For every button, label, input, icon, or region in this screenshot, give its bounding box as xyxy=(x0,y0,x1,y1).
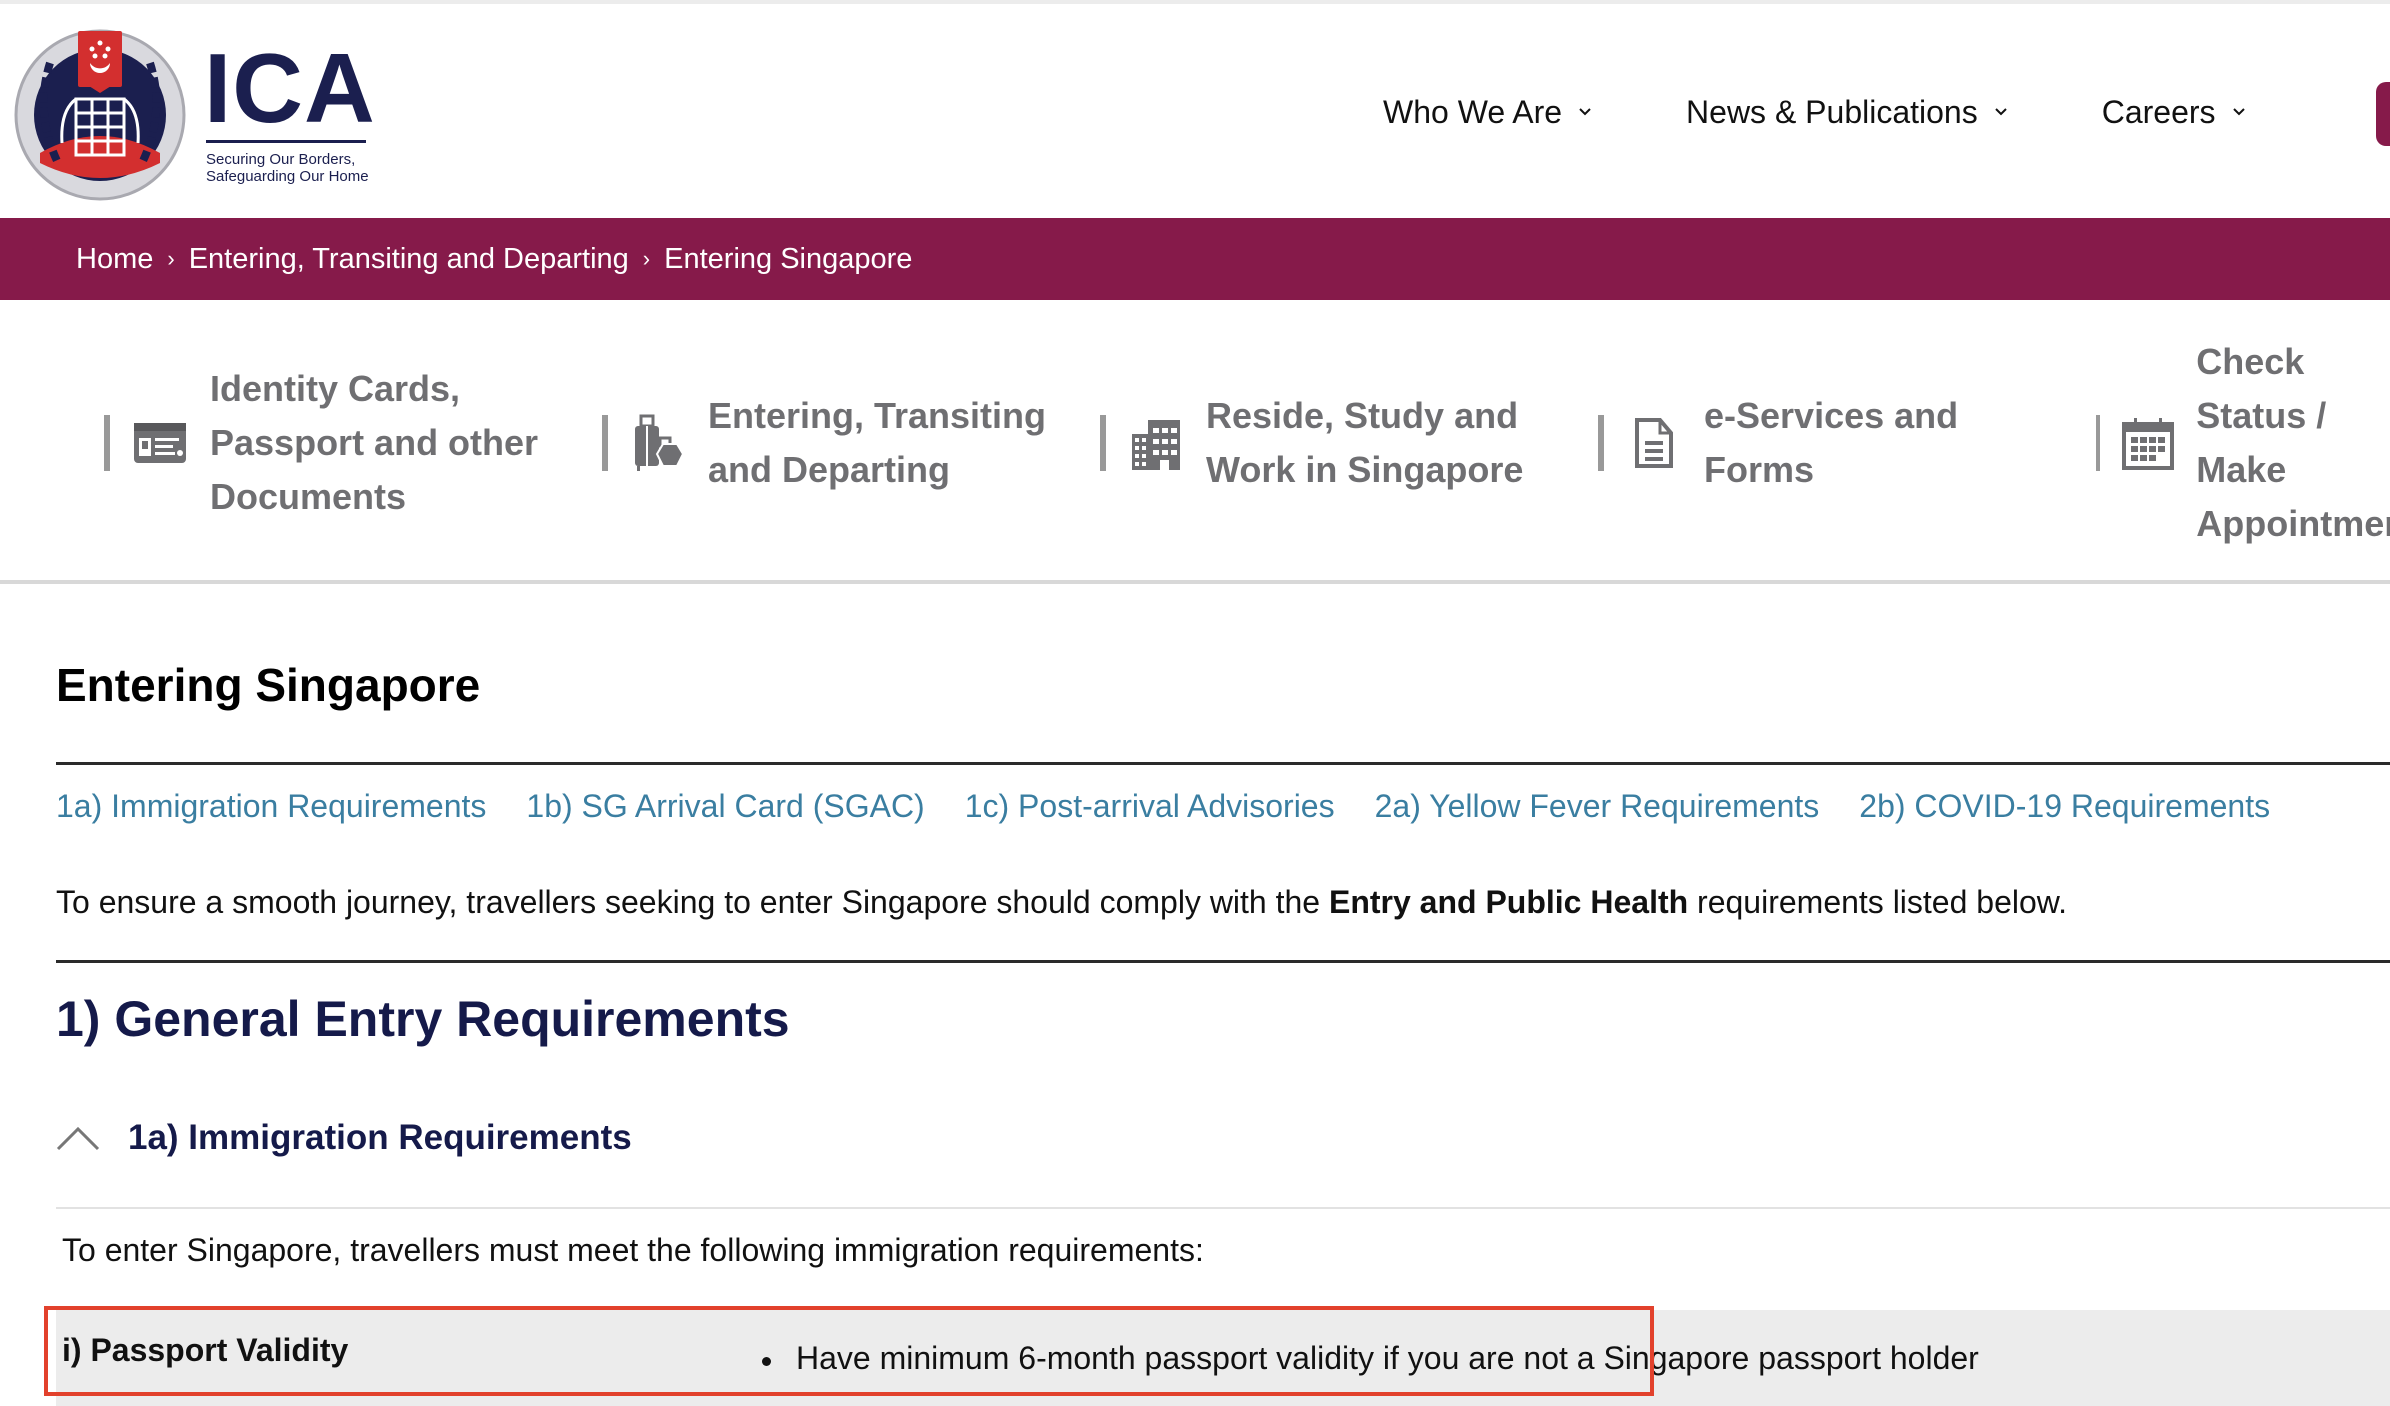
category-check-status-appointment[interactable]: Check Status / Make Appointment xyxy=(2096,341,2390,544)
category-identity-documents[interactable]: Identity Cards, Passport and other Docum… xyxy=(104,368,538,517)
nav-label: Who We Are xyxy=(1383,93,1563,130)
requirement-label: i) Passport Validity xyxy=(62,1332,349,1368)
category-label-line: and Departing xyxy=(708,449,951,490)
nav-label: News & Publications xyxy=(1686,93,1978,130)
nav-careers[interactable]: Careers xyxy=(2102,94,2246,131)
anchor-covid19-requirements[interactable]: 2b) COVID-19 Requirements xyxy=(1859,788,2270,825)
category-label-line: Work in Singapore xyxy=(1206,449,1524,490)
accordion-title: 1a) Immigration Requirements xyxy=(128,1118,632,1157)
category-label: Reside, Study and Work in Singapore xyxy=(1206,389,1523,497)
calendar-icon xyxy=(2122,415,2175,471)
category-entering-transiting-departing[interactable]: Entering, Transiting and Departing xyxy=(602,380,1046,506)
category-label-line: Documents xyxy=(210,476,407,517)
section-anchor-links: 1a) Immigration Requirements 1b) SG Arri… xyxy=(56,788,2310,825)
breadcrumb-separator: › xyxy=(167,246,175,271)
anchor-immigration-requirements[interactable]: 1a) Immigration Requirements xyxy=(56,788,486,825)
breadcrumb-separator: › xyxy=(642,246,651,271)
anchor-post-arrival-advisories[interactable]: 1c) Post-arrival Advisories xyxy=(965,788,1335,825)
anchor-sg-arrival-card[interactable]: 1b) SG Arrival Card (SGAC) xyxy=(526,788,924,825)
accordion-immigration-requirements[interactable]: 1a) Immigration Requirements xyxy=(56,1118,632,1158)
category-label: Check Status / Make Appointment xyxy=(2196,335,2390,551)
building-icon xyxy=(1128,415,1184,471)
anchor-yellow-fever-requirements[interactable]: 2a) Yellow Fever Requirements xyxy=(1375,788,1820,825)
accordion-divider xyxy=(56,1207,2390,1209)
category-label-line: e-Services and xyxy=(1704,395,1959,436)
section-title: 1) General Entry Requirements xyxy=(56,991,790,1047)
breadcrumb-entering-transiting-departing[interactable]: Entering, Transiting and Departing xyxy=(189,243,629,276)
category-label-line: Passport and other xyxy=(210,422,539,463)
page-title: Entering Singapore xyxy=(56,659,481,711)
brand-tagline-line2: Safeguarding Our Home xyxy=(206,167,369,185)
main-nav: Who We Are News & Publications Careers xyxy=(1383,84,2340,140)
intro-prefix: To ensure a smooth journey, travellers s… xyxy=(56,884,1329,920)
category-label: Entering, Transiting and Departing xyxy=(708,389,1046,497)
breadcrumb-current: Entering Singapore xyxy=(664,242,913,275)
breadcrumb-home[interactable]: Home xyxy=(76,243,153,276)
intro-suffix: requirements listed below. xyxy=(1688,884,2068,920)
category-eservices-forms[interactable]: e-Services and Forms xyxy=(1598,380,1958,506)
chevron-up-icon xyxy=(56,1126,100,1151)
category-nav: Identity Cards, Passport and other Docum… xyxy=(0,300,2390,584)
ica-logo[interactable]: ICA Securing Our Borders, Safeguarding O… xyxy=(10,18,380,208)
chevron-down-icon xyxy=(1579,108,1591,116)
brand-tagline-line1: Securing Our Borders, xyxy=(206,150,356,168)
category-label: e-Services and Forms xyxy=(1704,389,1958,497)
intro-bold: Entry and Public Health xyxy=(1328,884,1689,920)
luggage-icon xyxy=(630,414,686,471)
brand-divider xyxy=(206,139,366,143)
category-label-line: Identity Cards, xyxy=(210,368,461,409)
header-action-button[interactable] xyxy=(2376,82,2390,146)
document-icon xyxy=(1626,415,1682,471)
intro-text: To ensure a smooth journey, travellers s… xyxy=(56,884,2067,921)
chevron-down-icon xyxy=(1995,108,2007,116)
ica-crest-icon xyxy=(10,23,190,203)
title-divider xyxy=(56,762,2390,765)
breadcrumb: Home › Entering, Transiting and Departin… xyxy=(0,218,2390,300)
id-card-icon xyxy=(132,415,188,471)
chevron-down-icon xyxy=(2232,108,2245,116)
category-divider xyxy=(104,415,110,471)
category-label-line: Entering, Transiting xyxy=(708,395,1047,436)
category-label-line: Check Status / xyxy=(2196,341,2327,436)
requirement-bullet: Have minimum 6-month passport validity i… xyxy=(756,1340,1979,1377)
nav-news-publications[interactable]: News & Publications xyxy=(1686,94,2008,131)
category-reside-study-work[interactable]: Reside, Study and Work in Singapore xyxy=(1100,380,1523,506)
category-label-line: Forms xyxy=(1704,449,1815,490)
category-divider xyxy=(1598,415,1604,471)
category-label: Identity Cards, Passport and other Docum… xyxy=(210,362,538,524)
section-divider xyxy=(56,960,2390,963)
accordion-intro: To enter Singapore, travellers must meet… xyxy=(62,1232,1204,1268)
brand-name: ICA xyxy=(204,32,376,143)
category-divider xyxy=(1100,415,1106,471)
category-divider xyxy=(602,415,608,471)
category-label-line: Reside, Study and xyxy=(1206,395,1519,436)
requirement-bullets: Have minimum 6-month passport validity i… xyxy=(756,1340,1979,1377)
nav-who-we-are[interactable]: Who We Are xyxy=(1383,94,1592,131)
category-label-line: Make Appointment xyxy=(2196,449,2390,544)
site-header: ICA Securing Our Borders, Safeguarding O… xyxy=(0,0,2390,218)
requirement-row: i) Passport Validity Have minimum 6-mont… xyxy=(56,1310,2390,1406)
nav-label: Careers xyxy=(2101,93,2216,130)
category-divider xyxy=(2096,415,2101,471)
